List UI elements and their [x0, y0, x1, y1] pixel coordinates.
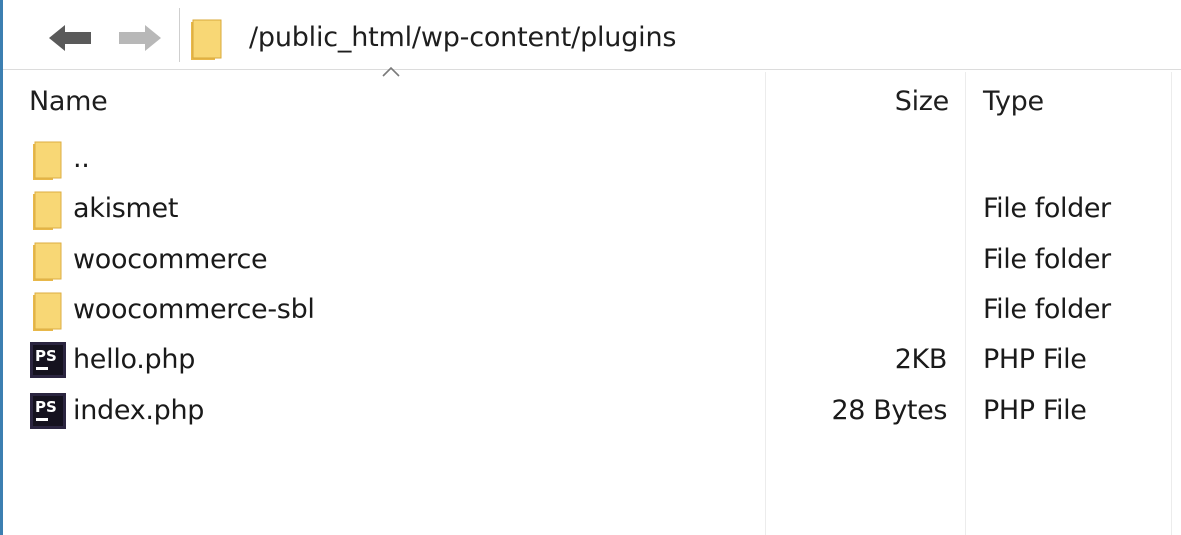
file-size: 2KB — [894, 344, 948, 375]
file-size: 28 Bytes — [831, 395, 947, 426]
file-row-index-php[interactable]: PS index.php 28 Bytes PHP File — [3, 387, 1181, 435]
address-path[interactable]: /public_html/wp-content/plugins — [249, 18, 676, 58]
address-bar: /public_html/wp-content/plugins — [3, 0, 1181, 70]
file-row-woocommerce[interactable]: woocommerce File folder — [3, 236, 1181, 284]
arrow-right-icon — [119, 25, 161, 51]
svg-text:PS: PS — [35, 347, 57, 365]
folder-icon — [33, 141, 62, 180]
file-name: hello.php — [73, 344, 196, 375]
file-name: .. — [73, 143, 90, 174]
back-button[interactable] — [47, 18, 95, 58]
file-explorer-window: /public_html/wp-content/plugins Name Siz… — [0, 0, 1181, 535]
sort-ascending-icon — [382, 66, 400, 77]
file-name: woocommerce — [73, 244, 268, 275]
column-header-type[interactable]: Type — [983, 82, 1044, 122]
file-type: PHP File — [983, 395, 1087, 426]
file-type: File folder — [983, 294, 1111, 325]
file-type: File folder — [983, 244, 1111, 275]
address-separator — [179, 8, 180, 62]
forward-button[interactable] — [115, 18, 163, 58]
folder-icon — [191, 19, 222, 60]
file-name: index.php — [73, 395, 205, 426]
file-name: woocommerce-sbl — [73, 294, 315, 325]
file-row-hello-php[interactable]: PS hello.php 2KB PHP File — [3, 336, 1181, 384]
column-header-size[interactable]: Size — [865, 82, 950, 122]
column-header-name[interactable]: Name — [29, 82, 108, 122]
file-row-akismet[interactable]: akismet File folder — [3, 185, 1181, 233]
folder-icon — [33, 292, 62, 331]
file-type: File folder — [983, 193, 1111, 224]
phpstorm-file-icon: PS — [30, 393, 66, 429]
file-name: akismet — [73, 193, 179, 224]
folder-icon — [33, 191, 62, 230]
arrow-left-icon — [49, 25, 91, 51]
folder-icon — [33, 242, 62, 281]
file-row-woocommerce-sbl[interactable]: woocommerce-sbl File folder — [3, 286, 1181, 334]
address-folder — [189, 18, 225, 66]
file-row-parent[interactable]: .. — [3, 135, 1181, 183]
file-type: PHP File — [983, 344, 1087, 375]
phpstorm-file-icon: PS — [30, 342, 66, 378]
svg-text:PS: PS — [35, 398, 57, 416]
